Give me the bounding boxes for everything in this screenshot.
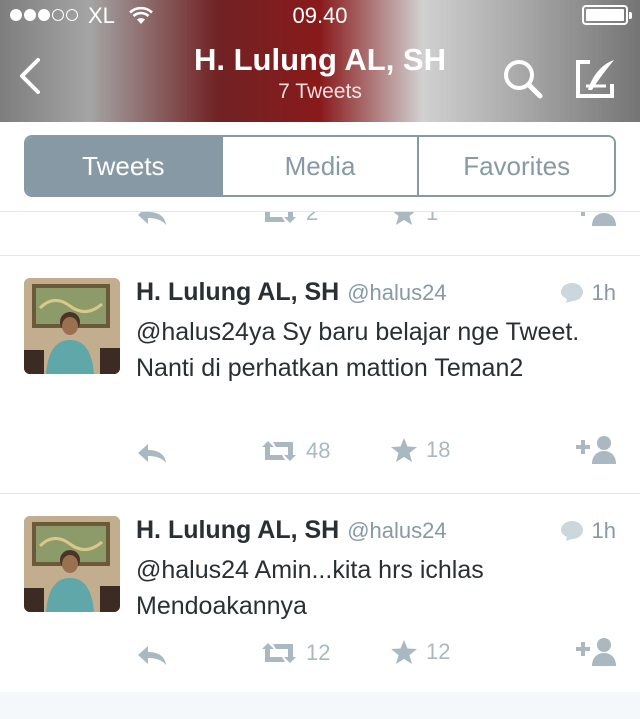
retweet-action[interactable]: 2 bbox=[260, 212, 318, 226]
search-icon[interactable] bbox=[500, 56, 546, 102]
star-icon bbox=[393, 212, 415, 225]
profile-tabs-bar: Tweets Media Favorites bbox=[0, 122, 640, 212]
tweet-text: @halus24 Amin...kita hrs ichlas Mendoaka… bbox=[136, 556, 484, 620]
tweet-timeline[interactable]: 2 1 H. Lulung AL, SH @halus24 1h @halus2… bbox=[0, 212, 640, 719]
author-name[interactable]: H. Lulung AL, SH @halus24 bbox=[136, 516, 447, 545]
app-header: XL 09.40 H. Lulung AL, SH 7 Tweets bbox=[0, 0, 640, 122]
favorite-count: 18 bbox=[426, 437, 451, 462]
star-icon bbox=[391, 438, 417, 462]
favorite-action[interactable]: 18 bbox=[390, 437, 450, 463]
time-label: 1h bbox=[591, 280, 616, 305]
display-name: H. Lulung AL, SH bbox=[136, 278, 340, 306]
reply-icon[interactable] bbox=[136, 644, 168, 666]
favorite-count: 1 bbox=[426, 212, 439, 225]
retweet-count: 2 bbox=[306, 212, 319, 225]
status-time: 09.40 bbox=[292, 3, 348, 28]
compose-icon[interactable] bbox=[572, 56, 620, 102]
follow-icon[interactable] bbox=[574, 636, 618, 666]
retweet-icon bbox=[265, 212, 296, 223]
retweet-count: 12 bbox=[306, 640, 331, 665]
tab-favorites[interactable]: Favorites bbox=[419, 137, 614, 195]
tweet-text: @halus24ya Sy baru belajar nge Tweet. Na… bbox=[136, 318, 580, 382]
timeline-footer bbox=[0, 692, 640, 719]
tweet-time: 1h bbox=[560, 280, 616, 306]
author-name[interactable]: H. Lulung AL, SH @halus24 bbox=[136, 278, 447, 307]
profile-photo bbox=[24, 278, 120, 374]
tab-tweets[interactable]: Tweets bbox=[26, 137, 223, 195]
retweet-icon bbox=[262, 441, 296, 461]
tweet-item[interactable]: H. Lulung AL, SH @halus24 1h @halus24 Ami… bbox=[0, 494, 640, 694]
favorite-action[interactable]: 1 bbox=[390, 212, 438, 226]
favorite-count: 12 bbox=[426, 639, 451, 664]
tweet-time: 1h bbox=[560, 518, 616, 544]
avatar[interactable] bbox=[24, 278, 120, 374]
retweet-icon bbox=[262, 643, 296, 663]
tweet-item[interactable]: H. Lulung AL, SH @halus24 1h @halus24ya S… bbox=[0, 256, 640, 494]
follow-icon[interactable] bbox=[574, 212, 618, 226]
follow-icon[interactable] bbox=[574, 434, 618, 464]
battery-icon bbox=[582, 5, 632, 25]
conversation-icon bbox=[560, 283, 583, 303]
retweet-count: 48 bbox=[306, 438, 331, 463]
tweet-actions: 12 12 bbox=[0, 634, 640, 674]
reply-icon[interactable] bbox=[136, 212, 168, 226]
tweet-actions: 48 18 bbox=[0, 432, 640, 472]
partial-tweet-actions: 2 1 bbox=[0, 212, 640, 256]
profile-photo bbox=[24, 516, 120, 612]
status-bar: XL 09.40 bbox=[0, 0, 640, 30]
tab-media[interactable]: Media bbox=[222, 137, 420, 195]
reply-icon[interactable] bbox=[136, 442, 168, 464]
retweet-action[interactable]: 12 bbox=[260, 640, 330, 666]
time-label: 1h bbox=[591, 518, 616, 543]
segmented-control: Tweets Media Favorites bbox=[24, 135, 616, 197]
nav-bar: H. Lulung AL, SH 7 Tweets bbox=[0, 30, 640, 122]
display-name: H. Lulung AL, SH bbox=[136, 516, 340, 544]
retweet-action[interactable]: 48 bbox=[260, 438, 330, 464]
handle: @halus24 bbox=[347, 280, 447, 305]
favorite-action[interactable]: 12 bbox=[390, 639, 450, 665]
conversation-icon bbox=[560, 521, 583, 541]
handle: @halus24 bbox=[347, 518, 447, 543]
star-icon bbox=[391, 640, 417, 664]
avatar[interactable] bbox=[24, 516, 120, 612]
